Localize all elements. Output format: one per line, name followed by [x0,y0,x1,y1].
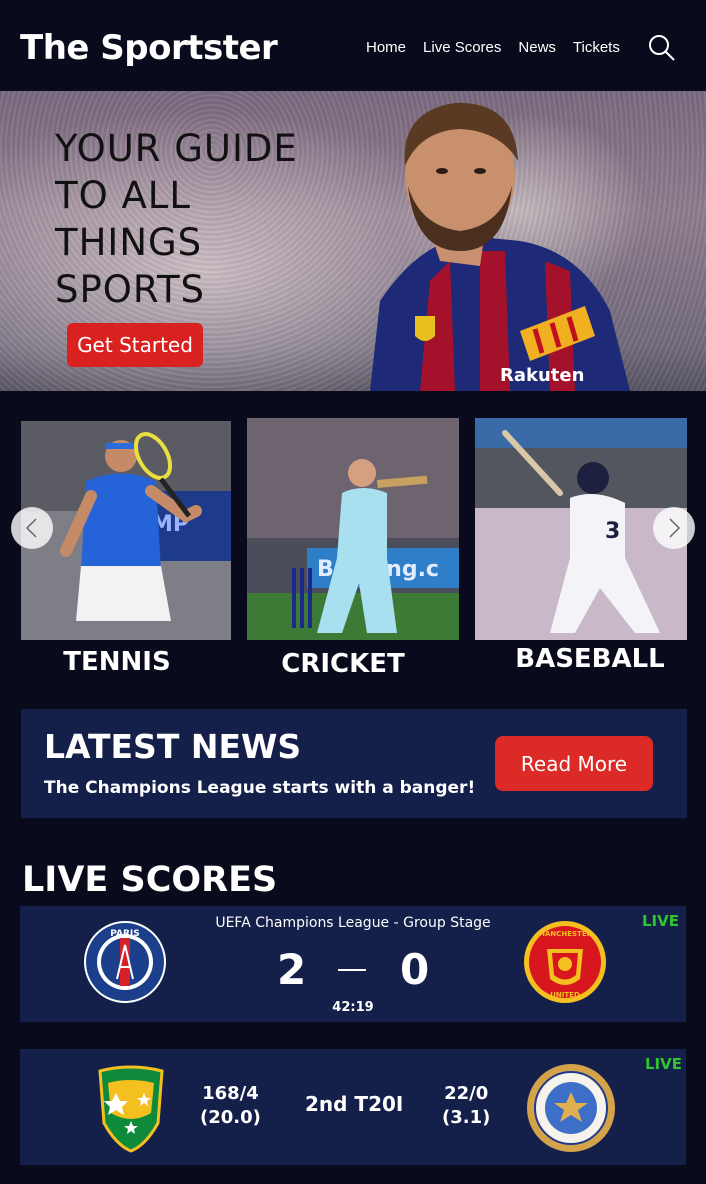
carousel-next-button[interactable] [653,507,695,549]
team1-overs: (20.0) [200,1107,261,1128]
read-more-button[interactable]: Read More [495,736,653,791]
chevron-left-icon [25,518,37,538]
svg-text:Rakuten: Rakuten [500,365,584,386]
sport-label-tennis: TENNIS [63,647,171,677]
latest-news-panel: LATEST NEWS The Champions League starts … [21,709,687,818]
nav-live-scores[interactable]: Live Scores [423,39,501,56]
team1-score-block: 168/4 (20.0) [200,1082,261,1130]
svg-text:PARIS: PARIS [110,929,140,939]
site-header: The Sportster Home Live Scores News Tick… [0,0,706,91]
carousel-prev-button[interactable] [11,507,53,549]
chevron-right-icon [669,518,681,538]
nav-home[interactable]: Home [366,39,406,56]
score-separator [338,969,366,971]
nav-news[interactable]: News [518,39,556,56]
live-badge: LIVE [645,1055,682,1073]
team2-score-block: 22/0 (3.1) [442,1082,490,1130]
team2-overs: (3.1) [442,1107,491,1128]
svg-text:3: 3 [605,519,620,544]
hero-line-2: TO ALL [55,174,192,217]
cricket-score-card[interactable]: LIVE 168/4 (20.0) 2nd T20I 22/0 (3.1) [20,1049,686,1165]
svg-text:UNITED: UNITED [550,991,580,999]
team1-score: 168/4 [202,1083,259,1104]
match-type: 2nd T20I [305,1092,404,1116]
hero-banner: Rakuten YOUR GUIDE TO ALL THINGS SPORTS … [0,91,706,391]
manchester-united-crest-icon: MANCHESTER UNITED [524,921,606,1003]
footballer-image: Rakuten [370,102,630,391]
nav-tickets[interactable]: Tickets [573,39,620,56]
cricket-australia-crest-icon [98,1065,164,1153]
site-logo[interactable]: The Sportster [20,28,278,68]
news-headline[interactable]: The Champions League starts with a bange… [44,778,475,798]
hero-line-3: THINGS [55,221,203,264]
main-nav: Home Live Scores News Tickets [366,39,637,56]
sport-card-cricket[interactable]: Booking.c CRICKET [247,418,459,679]
svg-text:MANCHESTER: MANCHESTER [538,930,593,938]
football-score-card[interactable]: LIVE UEFA Champions League - Group Stage… [20,906,686,1022]
psg-crest-icon: PARIS [84,921,166,1003]
sport-label-cricket: CRICKET [281,649,405,679]
team2-score: 22/0 [444,1083,489,1104]
away-score: 0 [400,945,430,994]
news-title: LATEST NEWS [44,727,302,766]
hero-line-1: YOUR GUIDE [55,127,298,170]
bcci-crest-icon [527,1064,615,1152]
cricket-image: Booking.c [247,418,459,640]
sports-carousel: MP TENNIS Booking.c [0,391,706,701]
search-icon[interactable] [648,34,676,62]
hero-line-4: SPORTS [55,268,206,311]
sport-label-baseball: BASEBALL [515,644,665,674]
live-scores-heading: LIVE SCORES [22,860,278,900]
get-started-button[interactable]: Get Started [67,323,203,367]
hero-headline: YOUR GUIDE TO ALL THINGS SPORTS [55,125,355,313]
home-score: 2 [277,945,307,994]
